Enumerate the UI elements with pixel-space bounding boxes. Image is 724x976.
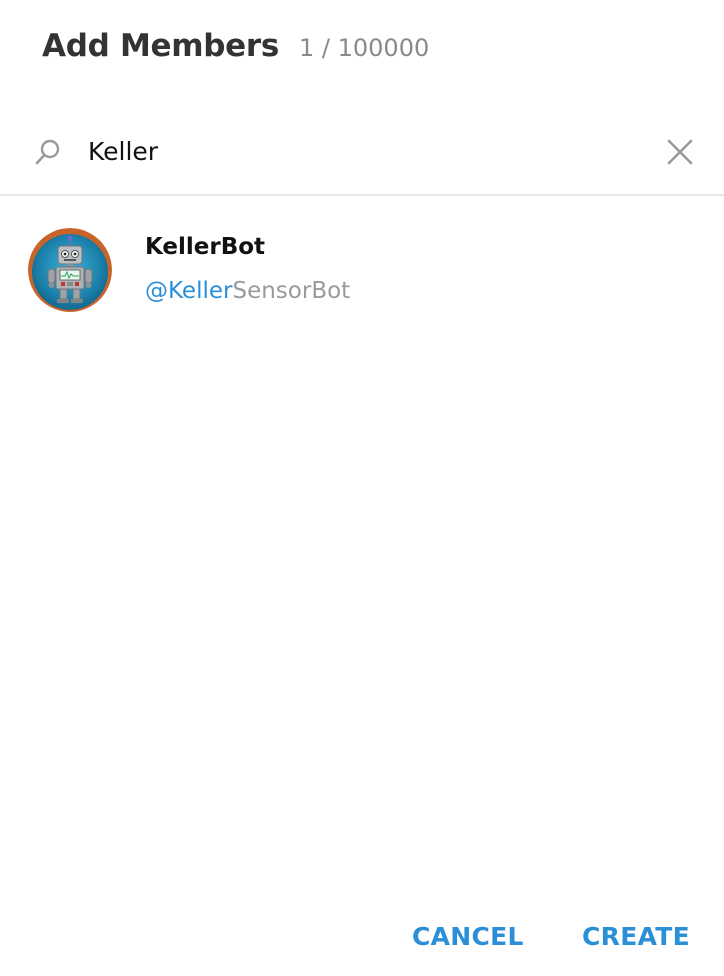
robot-avatar [28, 228, 112, 312]
list-item[interactable]: KellerBot @KellerSensorBot [0, 214, 724, 330]
search-icon [32, 136, 64, 168]
contact-username: @KellerSensorBot [145, 278, 350, 304]
dialog-footer: CANCEL CREATE [0, 910, 724, 970]
cancel-button[interactable]: CANCEL [412, 922, 524, 951]
dialog-header: Add Members 1 / 100000 [42, 28, 429, 74]
contact-name: KellerBot [145, 234, 266, 260]
search-bar [0, 108, 724, 196]
username-rest: SensorBot [232, 278, 351, 304]
username-match: @Keller [145, 278, 233, 304]
dialog-title: Add Members [42, 28, 279, 64]
close-icon[interactable] [664, 136, 696, 168]
member-counter: 1 / 100000 [299, 34, 430, 62]
search-input[interactable] [88, 128, 628, 174]
create-button[interactable]: CREATE [582, 922, 690, 951]
